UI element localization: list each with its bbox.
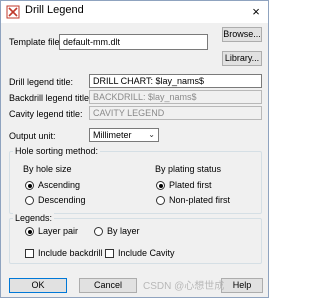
window-title: Drill Legend bbox=[25, 4, 84, 16]
plated-first-label: Plated first bbox=[169, 180, 212, 190]
title-bar: Drill Legend × bbox=[1, 1, 268, 23]
descending-label: Descending bbox=[38, 195, 86, 205]
csdn-watermark: CSDN @心想世成 bbox=[143, 281, 225, 292]
include-backdrill-label: Include backdrill bbox=[38, 248, 103, 258]
template-file-input[interactable]: default-mm.dlt bbox=[59, 34, 208, 50]
template-file-label: Template file: bbox=[9, 37, 63, 47]
layer-pair-radio[interactable] bbox=[25, 227, 34, 236]
hole-sorting-title: Hole sorting method: bbox=[13, 146, 101, 156]
chevron-down-icon: ⌄ bbox=[148, 130, 155, 139]
output-unit-value: Millimeter bbox=[93, 130, 132, 140]
ascending-radio[interactable] bbox=[25, 181, 34, 190]
descending-radio[interactable] bbox=[25, 196, 34, 205]
include-backdrill-checkbox[interactable] bbox=[25, 249, 34, 258]
include-cavity-checkbox[interactable] bbox=[105, 249, 114, 258]
non-plated-first-label: Non-plated first bbox=[169, 195, 231, 205]
drill-legend-dialog: Drill Legend × Template file: default-mm… bbox=[0, 0, 269, 298]
library-button[interactable]: Library... bbox=[222, 51, 262, 66]
by-layer-radio[interactable] bbox=[94, 227, 103, 236]
include-cavity-label: Include Cavity bbox=[118, 248, 175, 258]
drill-legend-icon bbox=[6, 5, 20, 19]
backdrill-legend-title-input[interactable]: BACKDRILL: $lay_nams$ bbox=[89, 90, 262, 104]
help-button[interactable]: Help bbox=[221, 278, 263, 293]
close-button[interactable]: × bbox=[249, 5, 263, 19]
ok-button[interactable]: OK bbox=[9, 278, 67, 293]
browse-button[interactable]: Browse... bbox=[222, 27, 262, 42]
non-plated-first-radio[interactable] bbox=[156, 196, 165, 205]
legends-title: Legends: bbox=[13, 213, 55, 223]
by-layer-label: By layer bbox=[107, 226, 140, 236]
drill-legend-title-input[interactable]: DRILL CHART: $lay_nams$ bbox=[89, 74, 262, 88]
backdrill-legend-title-label: Backdrill legend title: bbox=[9, 93, 92, 103]
ascending-label: Ascending bbox=[38, 180, 81, 190]
by-hole-size-label: By hole size bbox=[23, 164, 72, 174]
cavity-legend-title-label: Cavity legend title: bbox=[9, 109, 83, 119]
cancel-button[interactable]: Cancel bbox=[79, 278, 137, 293]
output-unit-select[interactable]: Millimeter ⌄ bbox=[89, 128, 159, 142]
cavity-legend-title-input[interactable]: CAVITY LEGEND bbox=[89, 106, 262, 120]
layer-pair-label: Layer pair bbox=[38, 226, 79, 236]
output-unit-label: Output unit: bbox=[9, 131, 56, 141]
drill-legend-title-label: Drill legend title: bbox=[9, 77, 74, 87]
plated-first-radio[interactable] bbox=[156, 181, 165, 190]
by-plating-status-label: By plating status bbox=[155, 164, 222, 174]
